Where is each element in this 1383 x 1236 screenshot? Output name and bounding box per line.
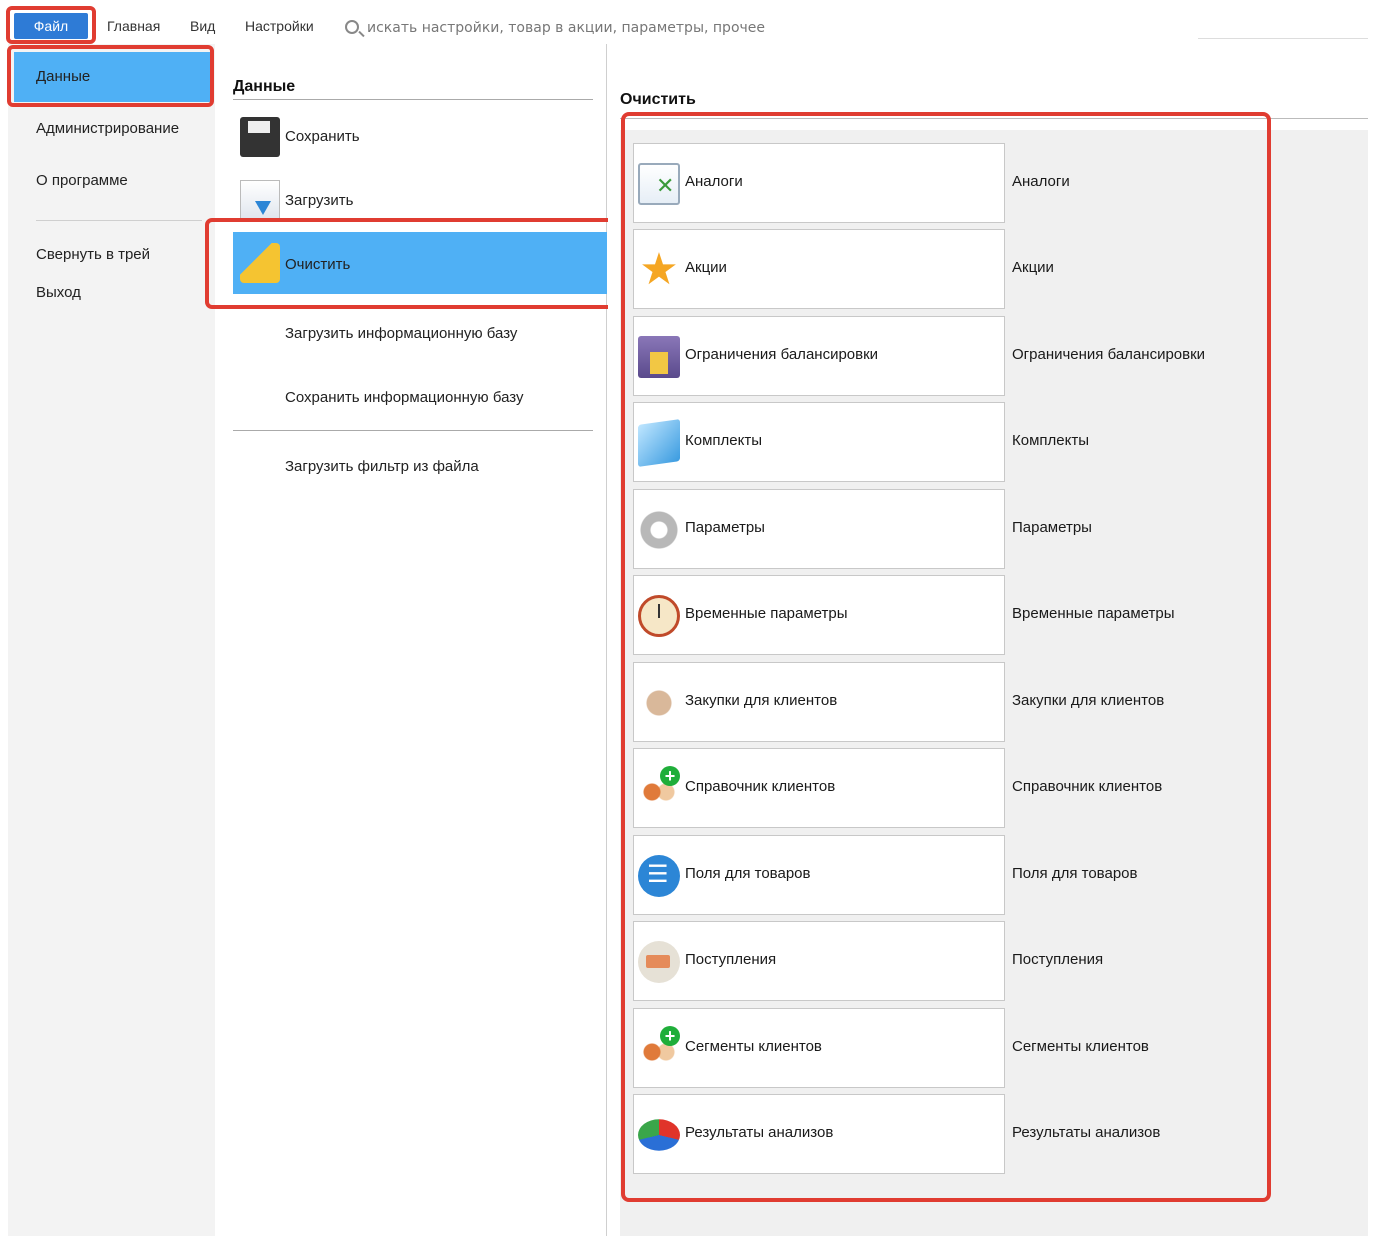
search-input[interactable] [367, 14, 1197, 42]
search-box [343, 14, 1368, 42]
floppy-disk-icon [240, 117, 280, 157]
nav-divider [36, 220, 202, 221]
highlight-file-tab [6, 6, 96, 44]
save-database-button[interactable]: Сохранить информационную базу [285, 389, 523, 406]
highlight-data-item [7, 45, 214, 107]
search-underline [1198, 38, 1368, 39]
nav-item-exit[interactable]: Выход [36, 284, 81, 301]
load-button[interactable]: Загрузить [285, 192, 354, 209]
search-icon [345, 20, 359, 34]
menu-tab-view[interactable]: Вид [190, 13, 215, 39]
clear-panel-title: Очистить [620, 91, 696, 108]
download-icon [240, 180, 280, 220]
highlight-clear-item [205, 218, 617, 309]
nav-item-administration[interactable]: Администрирование [36, 120, 179, 137]
nav-item-minimize-tray[interactable]: Свернуть в трей [36, 246, 150, 263]
menu-tab-settings[interactable]: Настройки [245, 13, 314, 39]
save-button[interactable]: Сохранить [285, 128, 360, 145]
load-filter-button[interactable]: Загрузить фильтр из файла [285, 458, 479, 475]
menu-bar: Файл Главная Вид Настройки [0, 0, 1383, 44]
nav-item-about[interactable]: О программе [36, 172, 128, 189]
load-database-button[interactable]: Загрузить информационную базу [285, 325, 517, 342]
title-divider [233, 99, 593, 100]
left-nav: Данные Администрирование О программе Све… [8, 44, 215, 1236]
highlight-clear-list [621, 112, 1271, 1202]
menu-tab-home[interactable]: Главная [107, 13, 160, 39]
panel-title: Данные [233, 78, 296, 95]
actions-divider [233, 430, 593, 431]
